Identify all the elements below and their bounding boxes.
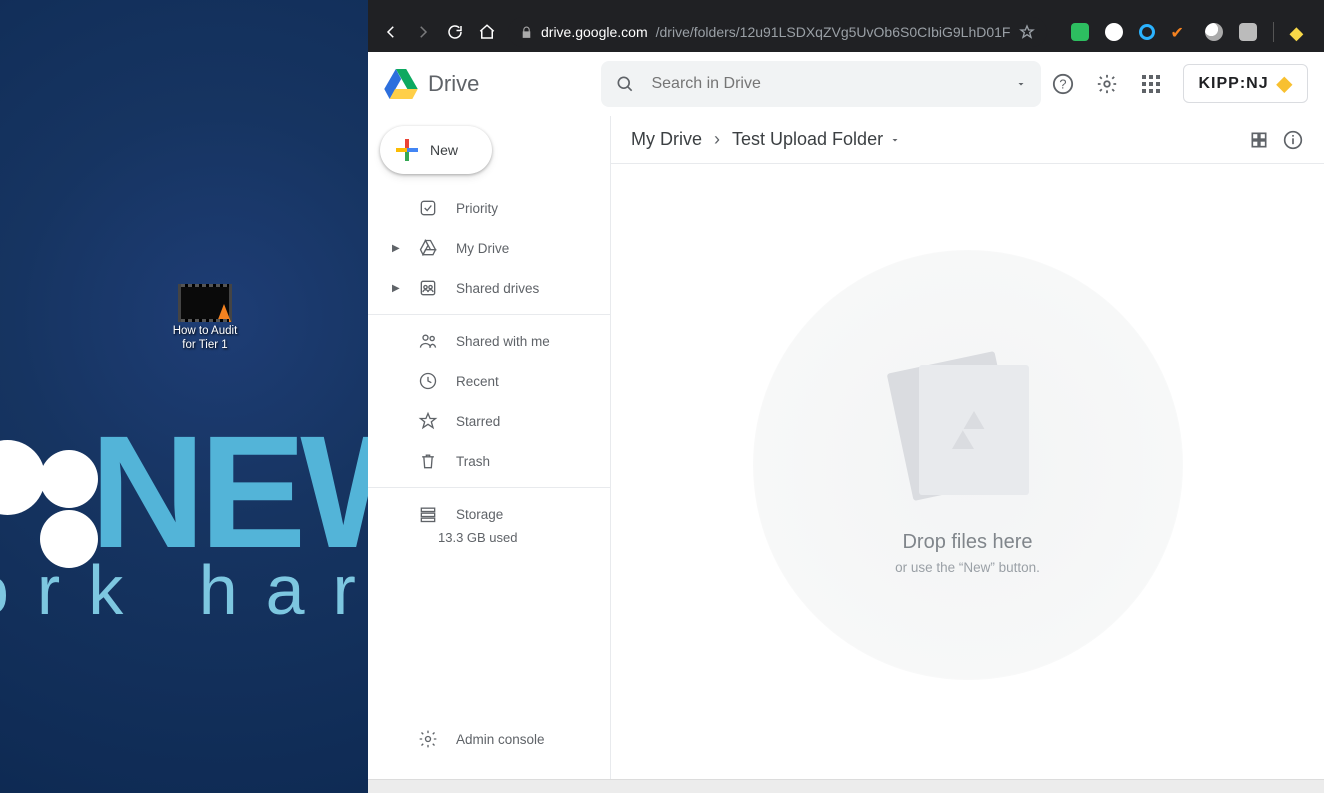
breadcrumb-current[interactable]: Test Upload Folder — [732, 129, 901, 150]
plus-icon — [396, 139, 418, 161]
breadcrumb-current-label: Test Upload Folder — [732, 129, 883, 150]
admin-console-icon — [418, 729, 438, 749]
desktop-file-video[interactable]: How to Audit for Tier 1 — [170, 284, 240, 352]
lock-icon — [520, 26, 533, 39]
shared-drives-icon — [418, 278, 438, 298]
search-bar[interactable] — [601, 61, 1041, 107]
url-path: /drive/folders/12u91LSDXqZVg5UvOb6S0CIbi… — [656, 24, 1011, 40]
wallpaper-text-sub: ork har — [0, 550, 368, 630]
empty-state-subtitle: or use the “New” button. — [895, 560, 1040, 575]
breadcrumb-root[interactable]: My Drive — [631, 129, 702, 150]
drive-main: My Drive › Test Upload Folder — [610, 116, 1324, 779]
support-icon[interactable]: ? — [1051, 72, 1075, 96]
nav-forward-button[interactable] — [412, 21, 434, 43]
search-options-icon[interactable] — [1015, 78, 1027, 90]
drive-app: Drive ? — [368, 52, 1324, 793]
bookmark-star-icon[interactable] — [1019, 24, 1035, 40]
sidebar-item-label: Admin console — [456, 732, 545, 747]
sidebar-item-label: Storage — [456, 507, 503, 522]
search-input[interactable] — [651, 75, 999, 93]
profile-avatar-icon[interactable]: ◆ — [1290, 23, 1308, 41]
extension-circle-icon[interactable] — [1139, 24, 1155, 40]
drive-product-name: Drive — [428, 71, 479, 97]
storage-icon — [418, 504, 438, 524]
nav-home-button[interactable] — [476, 21, 498, 43]
sidebar-item-priority[interactable]: Priority — [368, 188, 610, 228]
address-bar[interactable]: drive.google.com/drive/folders/12u91LSDX… — [508, 17, 1047, 47]
sidebar-item-label: Shared with me — [456, 334, 550, 349]
priority-icon — [418, 198, 438, 218]
view-details-icon[interactable] — [1282, 129, 1304, 151]
account-org-label: KIPP:NJ — [1198, 75, 1268, 93]
sidebar-item-recent[interactable]: Recent — [368, 361, 610, 401]
search-icon — [615, 74, 635, 94]
storage-used-label: 13.3 GB used — [368, 530, 610, 545]
chevron-right-icon: › — [714, 129, 720, 150]
drive-logo[interactable]: Drive — [384, 69, 591, 99]
extension-map-pin-icon[interactable] — [1105, 23, 1123, 41]
sidebar-item-shared-with-me[interactable]: Shared with me — [368, 321, 610, 361]
expand-icon[interactable]: ▶ — [392, 283, 400, 294]
extension-tray: ✔ ◆ ⋮ — [1057, 22, 1324, 42]
my-drive-icon — [418, 238, 438, 258]
desktop-file-label: How to Audit for Tier 1 — [170, 324, 240, 352]
google-apps-icon[interactable] — [1139, 72, 1163, 96]
empty-state-title: Drop files here — [902, 531, 1032, 554]
expand-icon[interactable]: ▶ — [392, 243, 400, 254]
url-domain: drive.google.com — [541, 24, 648, 40]
horizontal-scrollbar[interactable] — [368, 779, 1324, 793]
logo-dot — [0, 440, 45, 515]
chevron-down-icon — [889, 134, 901, 146]
drive-header: Drive ? — [368, 52, 1324, 116]
chrome-window: drive.google.com/drive/folders/12u91LSDX… — [368, 0, 1324, 793]
extension-evernote-icon[interactable] — [1071, 23, 1089, 41]
sidebar-item-my-drive[interactable]: ▶ My Drive — [368, 228, 610, 268]
new-button-label: New — [430, 142, 458, 158]
sidebar-item-label: Starred — [456, 414, 500, 429]
shared-with-me-icon — [418, 331, 438, 351]
extension-divider — [1273, 22, 1274, 42]
recent-icon — [418, 371, 438, 391]
sidebar-item-label: Priority — [456, 201, 498, 216]
drive-sidebar: New Priority ▶ My Drive ▶ Shared drives — [368, 116, 610, 779]
sidebar-item-storage[interactable]: Storage — [368, 494, 610, 534]
empty-folder-state[interactable]: Drop files here or use the “New” button. — [611, 164, 1324, 779]
view-grid-icon[interactable] — [1248, 129, 1270, 151]
sidebar-item-starred[interactable]: Starred — [368, 401, 610, 441]
settings-gear-icon[interactable] — [1095, 72, 1119, 96]
extension-moon-icon[interactable] — [1205, 23, 1223, 41]
tab-strip[interactable] — [368, 0, 1324, 12]
video-thumbnail-icon — [178, 284, 232, 322]
empty-illustration: Drop files here or use the “New” button. — [753, 250, 1183, 680]
extension-square-icon[interactable] — [1239, 23, 1257, 41]
account-badge[interactable]: KIPP:NJ ◆ — [1183, 64, 1308, 103]
windows-desktop[interactable]: NEW ork har How to Audit for Tier 1 — [0, 0, 368, 793]
trash-icon — [418, 451, 438, 471]
drive-logo-icon — [384, 69, 418, 99]
sidebar-item-label: My Drive — [456, 241, 509, 256]
nav-reload-button[interactable] — [444, 21, 466, 43]
new-button[interactable]: New — [380, 126, 492, 174]
breadcrumb-bar: My Drive › Test Upload Folder — [611, 116, 1324, 164]
account-avatar-icon: ◆ — [1277, 71, 1293, 96]
nav-back-button[interactable] — [380, 21, 402, 43]
sidebar-item-trash[interactable]: Trash — [368, 441, 610, 481]
starred-icon — [418, 411, 438, 431]
svg-text:?: ? — [1060, 76, 1067, 91]
sidebar-item-admin-console[interactable]: Admin console — [368, 719, 610, 759]
sidebar-item-label: Shared drives — [456, 281, 539, 296]
sidebar-item-label: Recent — [456, 374, 499, 389]
sidebar-item-shared-drives[interactable]: ▶ Shared drives — [368, 268, 610, 308]
extension-flame-icon[interactable]: ✔ — [1171, 23, 1189, 41]
browser-toolbar: drive.google.com/drive/folders/12u91LSDX… — [368, 12, 1324, 52]
drive-triangle-icon — [952, 411, 996, 449]
sidebar-item-label: Trash — [456, 454, 490, 469]
